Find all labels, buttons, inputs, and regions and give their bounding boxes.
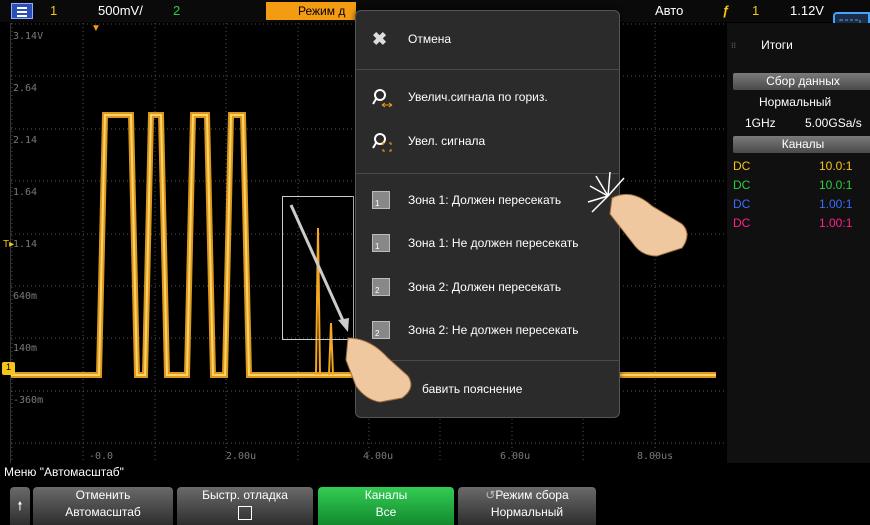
drag-arrow-icon [289,204,349,332]
tap-hand-icon [587,171,688,257]
drag-hand-icon [345,337,412,403]
gesture-overlay [289,171,688,403]
